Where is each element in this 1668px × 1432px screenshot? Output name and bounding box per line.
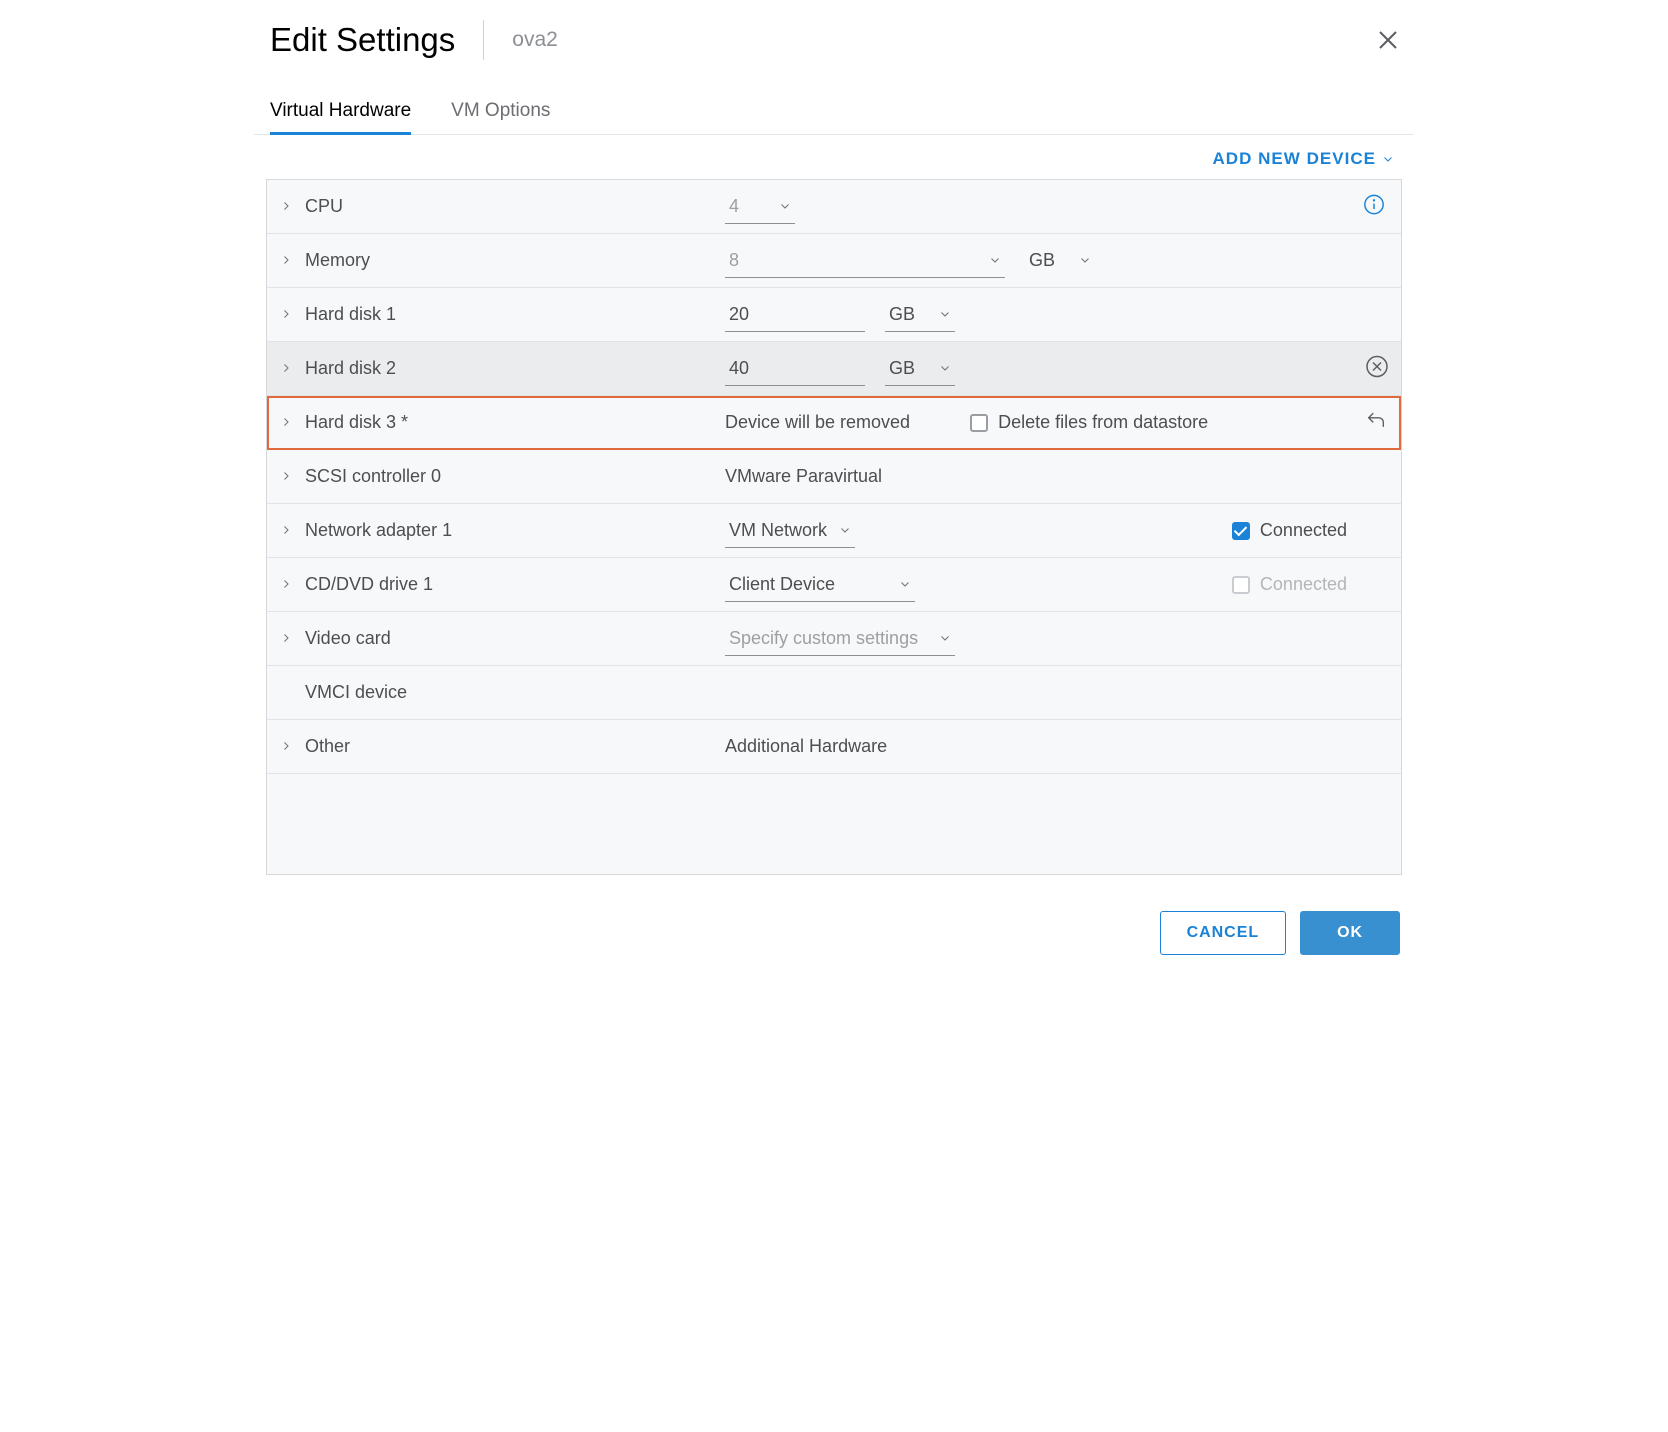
title-separator <box>483 20 484 60</box>
label-other: Other <box>305 736 725 757</box>
row-network-adapter-1: Network adapter 1 VM Network Connected <box>267 504 1401 558</box>
chevron-down-icon <box>939 628 951 649</box>
network-value: VM Network <box>729 520 827 541</box>
other-value: Additional Hardware <box>725 736 887 757</box>
expand-other[interactable] <box>280 736 292 757</box>
row-hard-disk-1: Hard disk 1 20 GB <box>267 288 1401 342</box>
remove-hd2-icon[interactable] <box>1365 354 1389 383</box>
row-other: Other Additional Hardware <box>267 720 1401 774</box>
delete-files-checkbox[interactable]: Delete files from datastore <box>970 412 1208 433</box>
chevron-down-icon <box>1079 250 1091 271</box>
dialog-title: Edit Settings <box>270 21 455 59</box>
checkbox-box <box>1232 522 1250 540</box>
hd1-unit-select[interactable]: GB <box>885 298 955 332</box>
info-icon[interactable] <box>1363 193 1385 220</box>
cpu-select[interactable]: 4 <box>725 190 795 224</box>
label-cd: CD/DVD drive 1 <box>305 574 725 595</box>
label-memory: Memory <box>305 250 725 271</box>
close-icon[interactable] <box>1376 28 1400 57</box>
checkbox-box <box>970 414 988 432</box>
hd1-unit: GB <box>889 304 915 325</box>
expand-hd3[interactable] <box>280 412 292 433</box>
video-select[interactable]: Specify custom settings <box>725 622 955 656</box>
undo-remove-icon[interactable] <box>1365 409 1387 436</box>
expand-hd2[interactable] <box>280 358 292 379</box>
network-connected-checkbox[interactable]: Connected <box>1232 520 1347 541</box>
chevron-down-icon <box>939 358 951 379</box>
cd-connected-label: Connected <box>1260 574 1347 595</box>
tab-vm-options[interactable]: VM Options <box>451 90 550 135</box>
chevron-down-icon <box>989 250 1001 271</box>
device-list: Don't select this checkbox! Leave it as … <box>266 179 1402 875</box>
hd2-size-input[interactable]: 40 <box>725 352 865 386</box>
network-connected-label: Connected <box>1260 520 1347 541</box>
cd-select[interactable]: Client Device <box>725 568 915 602</box>
action-bar: ADD NEW DEVICE <box>254 135 1414 179</box>
checkbox-box <box>1232 576 1250 594</box>
row-cd-dvd-drive-1: CD/DVD drive 1 Client Device Connected <box>267 558 1401 612</box>
chevron-down-icon <box>939 304 951 325</box>
label-network: Network adapter 1 <box>305 520 725 541</box>
cd-connected-checkbox: Connected <box>1232 574 1347 595</box>
chevron-down-icon <box>779 196 791 217</box>
delete-files-label: Delete files from datastore <box>998 412 1208 433</box>
hd2-value: 40 <box>729 358 749 379</box>
add-new-device-button[interactable]: ADD NEW DEVICE <box>1212 149 1394 169</box>
expand-network[interactable] <box>280 520 292 541</box>
chevron-down-icon <box>899 574 911 595</box>
edit-settings-dialog: Edit Settings ova2 Virtual Hardware VM O… <box>254 0 1414 975</box>
expand-cpu[interactable] <box>280 196 292 217</box>
list-spacer <box>267 774 1401 874</box>
hd3-removed-message: Device will be removed <box>725 412 910 433</box>
tabs: Virtual Hardware VM Options <box>254 90 1414 135</box>
label-cpu: CPU <box>305 196 725 217</box>
label-video: Video card <box>305 628 725 649</box>
memory-input[interactable]: 8 <box>725 244 1005 278</box>
memory-unit-select[interactable]: GB <box>1025 244 1095 278</box>
cpu-value: 4 <box>729 196 739 217</box>
ok-button[interactable]: OK <box>1300 911 1400 955</box>
hd2-unit: GB <box>889 358 915 379</box>
chevron-down-icon <box>1382 153 1394 165</box>
row-memory: Memory 8 GB <box>267 234 1401 288</box>
hd1-value: 20 <box>729 304 749 325</box>
expand-hd1[interactable] <box>280 304 292 325</box>
network-select[interactable]: VM Network <box>725 514 855 548</box>
expand-video[interactable] <box>280 628 292 649</box>
row-video-card: Video card Specify custom settings <box>267 612 1401 666</box>
label-vmci: VMCI device <box>305 682 725 703</box>
dialog-subtitle: ova2 <box>512 28 558 52</box>
dialog-footer: CANCEL OK <box>254 875 1414 955</box>
video-value: Specify custom settings <box>729 628 918 649</box>
row-cpu: CPU 4 <box>267 180 1401 234</box>
expand-memory[interactable] <box>280 250 292 271</box>
memory-value: 8 <box>729 250 739 271</box>
expand-scsi[interactable] <box>280 466 292 487</box>
chevron-down-icon <box>839 520 851 541</box>
memory-unit: GB <box>1029 250 1055 271</box>
hd2-unit-select[interactable]: GB <box>885 352 955 386</box>
row-hard-disk-3: Hard disk 3 * Device will be removed Del… <box>267 396 1401 450</box>
label-scsi: SCSI controller 0 <box>305 466 725 487</box>
label-hd1: Hard disk 1 <box>305 304 725 325</box>
hd1-size-input[interactable]: 20 <box>725 298 865 332</box>
row-scsi-controller-0: SCSI controller 0 VMware Paravirtual <box>267 450 1401 504</box>
cd-value: Client Device <box>729 574 835 595</box>
expand-cd[interactable] <box>280 574 292 595</box>
add-new-device-label: ADD NEW DEVICE <box>1212 149 1376 169</box>
scsi-value: VMware Paravirtual <box>725 466 882 487</box>
row-hard-disk-2: Hard disk 2 40 GB <box>267 342 1401 396</box>
tab-virtual-hardware[interactable]: Virtual Hardware <box>270 90 411 135</box>
label-hd3: Hard disk 3 * <box>305 412 725 433</box>
dialog-header: Edit Settings ova2 <box>254 10 1414 90</box>
cancel-button[interactable]: CANCEL <box>1160 911 1286 955</box>
row-vmci-device: VMCI device <box>267 666 1401 720</box>
label-hd2: Hard disk 2 <box>305 358 725 379</box>
